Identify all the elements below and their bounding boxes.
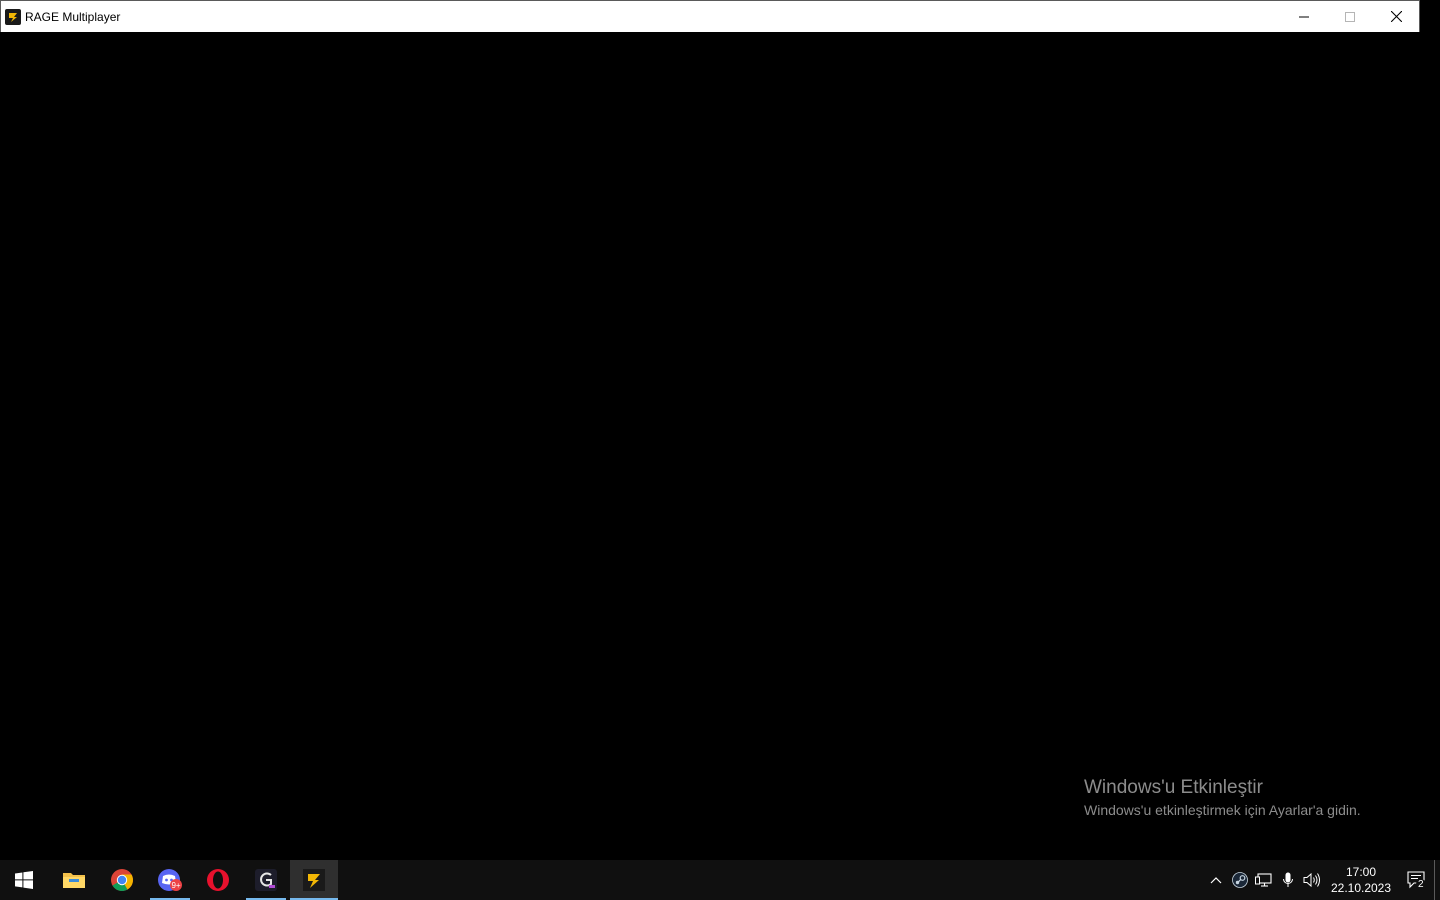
show-desktop-button[interactable] [1434,860,1440,900]
close-button[interactable] [1373,1,1419,32]
maximize-button[interactable] [1327,1,1373,32]
clock-time: 17:00 [1345,865,1377,879]
system-tray: 17:00 22.10.2023 2 [1204,860,1440,900]
rage-icon [303,869,325,891]
g-launcher-icon [255,869,277,891]
discord-icon: 9+ [158,869,182,891]
tray-steam[interactable] [1228,860,1252,900]
minimize-icon [1299,16,1309,17]
watermark-title: Windows'u Etkinleştir [1084,777,1263,798]
game-viewport[interactable] [0,32,1420,860]
activation-watermark: Windows'u Etkinleştir Windows'u etkinleş… [1084,776,1361,820]
network-icon [1255,873,1272,887]
chrome-icon [111,869,133,891]
minimize-button[interactable] [1281,1,1327,32]
title-bar[interactable]: RAGE Multiplayer [0,0,1420,32]
close-icon [1390,11,1402,22]
app-window: RAGE Multiplayer [0,0,1420,860]
taskbar-chrome[interactable] [98,860,146,900]
notification-count: 2 [1416,879,1426,891]
start-button[interactable] [0,860,48,900]
opera-icon [207,869,229,891]
desktop: RAGE Multiplayer Windows'u Etkinleştir W… [0,0,1440,900]
taskbar-rage-mp[interactable] [290,860,338,900]
folder-icon [63,873,85,888]
taskbar: 9+ 17:00 22.10.2023 2 [0,860,1440,900]
tray-microphone[interactable] [1276,860,1300,900]
taskbar-gta-launcher[interactable] [242,860,290,900]
speaker-icon [1303,872,1320,888]
microphone-icon [1283,872,1293,887]
tray-volume[interactable] [1300,860,1324,900]
taskbar-clock[interactable]: 17:00 22.10.2023 [1324,860,1398,900]
windows-logo-icon [15,871,33,889]
taskbar-file-explorer[interactable] [50,860,98,900]
window-title: RAGE Multiplayer [25,9,121,24]
action-center-button[interactable]: 2 [1398,860,1434,900]
chevron-up-icon [1210,877,1222,884]
taskbar-discord[interactable]: 9+ [146,860,194,900]
watermark-subtitle: Windows'u etkinleştirmek için Ayarlar'a … [1084,802,1361,818]
tray-network[interactable] [1252,860,1276,900]
maximize-icon [1345,11,1355,22]
discord-badge: 9+ [171,881,180,890]
steam-icon [1232,872,1248,888]
rage-app-icon[interactable] [5,8,21,25]
taskbar-opera[interactable] [194,860,242,900]
window-controls [1281,1,1419,32]
clock-date: 22.10.2023 [1330,881,1392,895]
show-hidden-icons-button[interactable] [1204,860,1228,900]
